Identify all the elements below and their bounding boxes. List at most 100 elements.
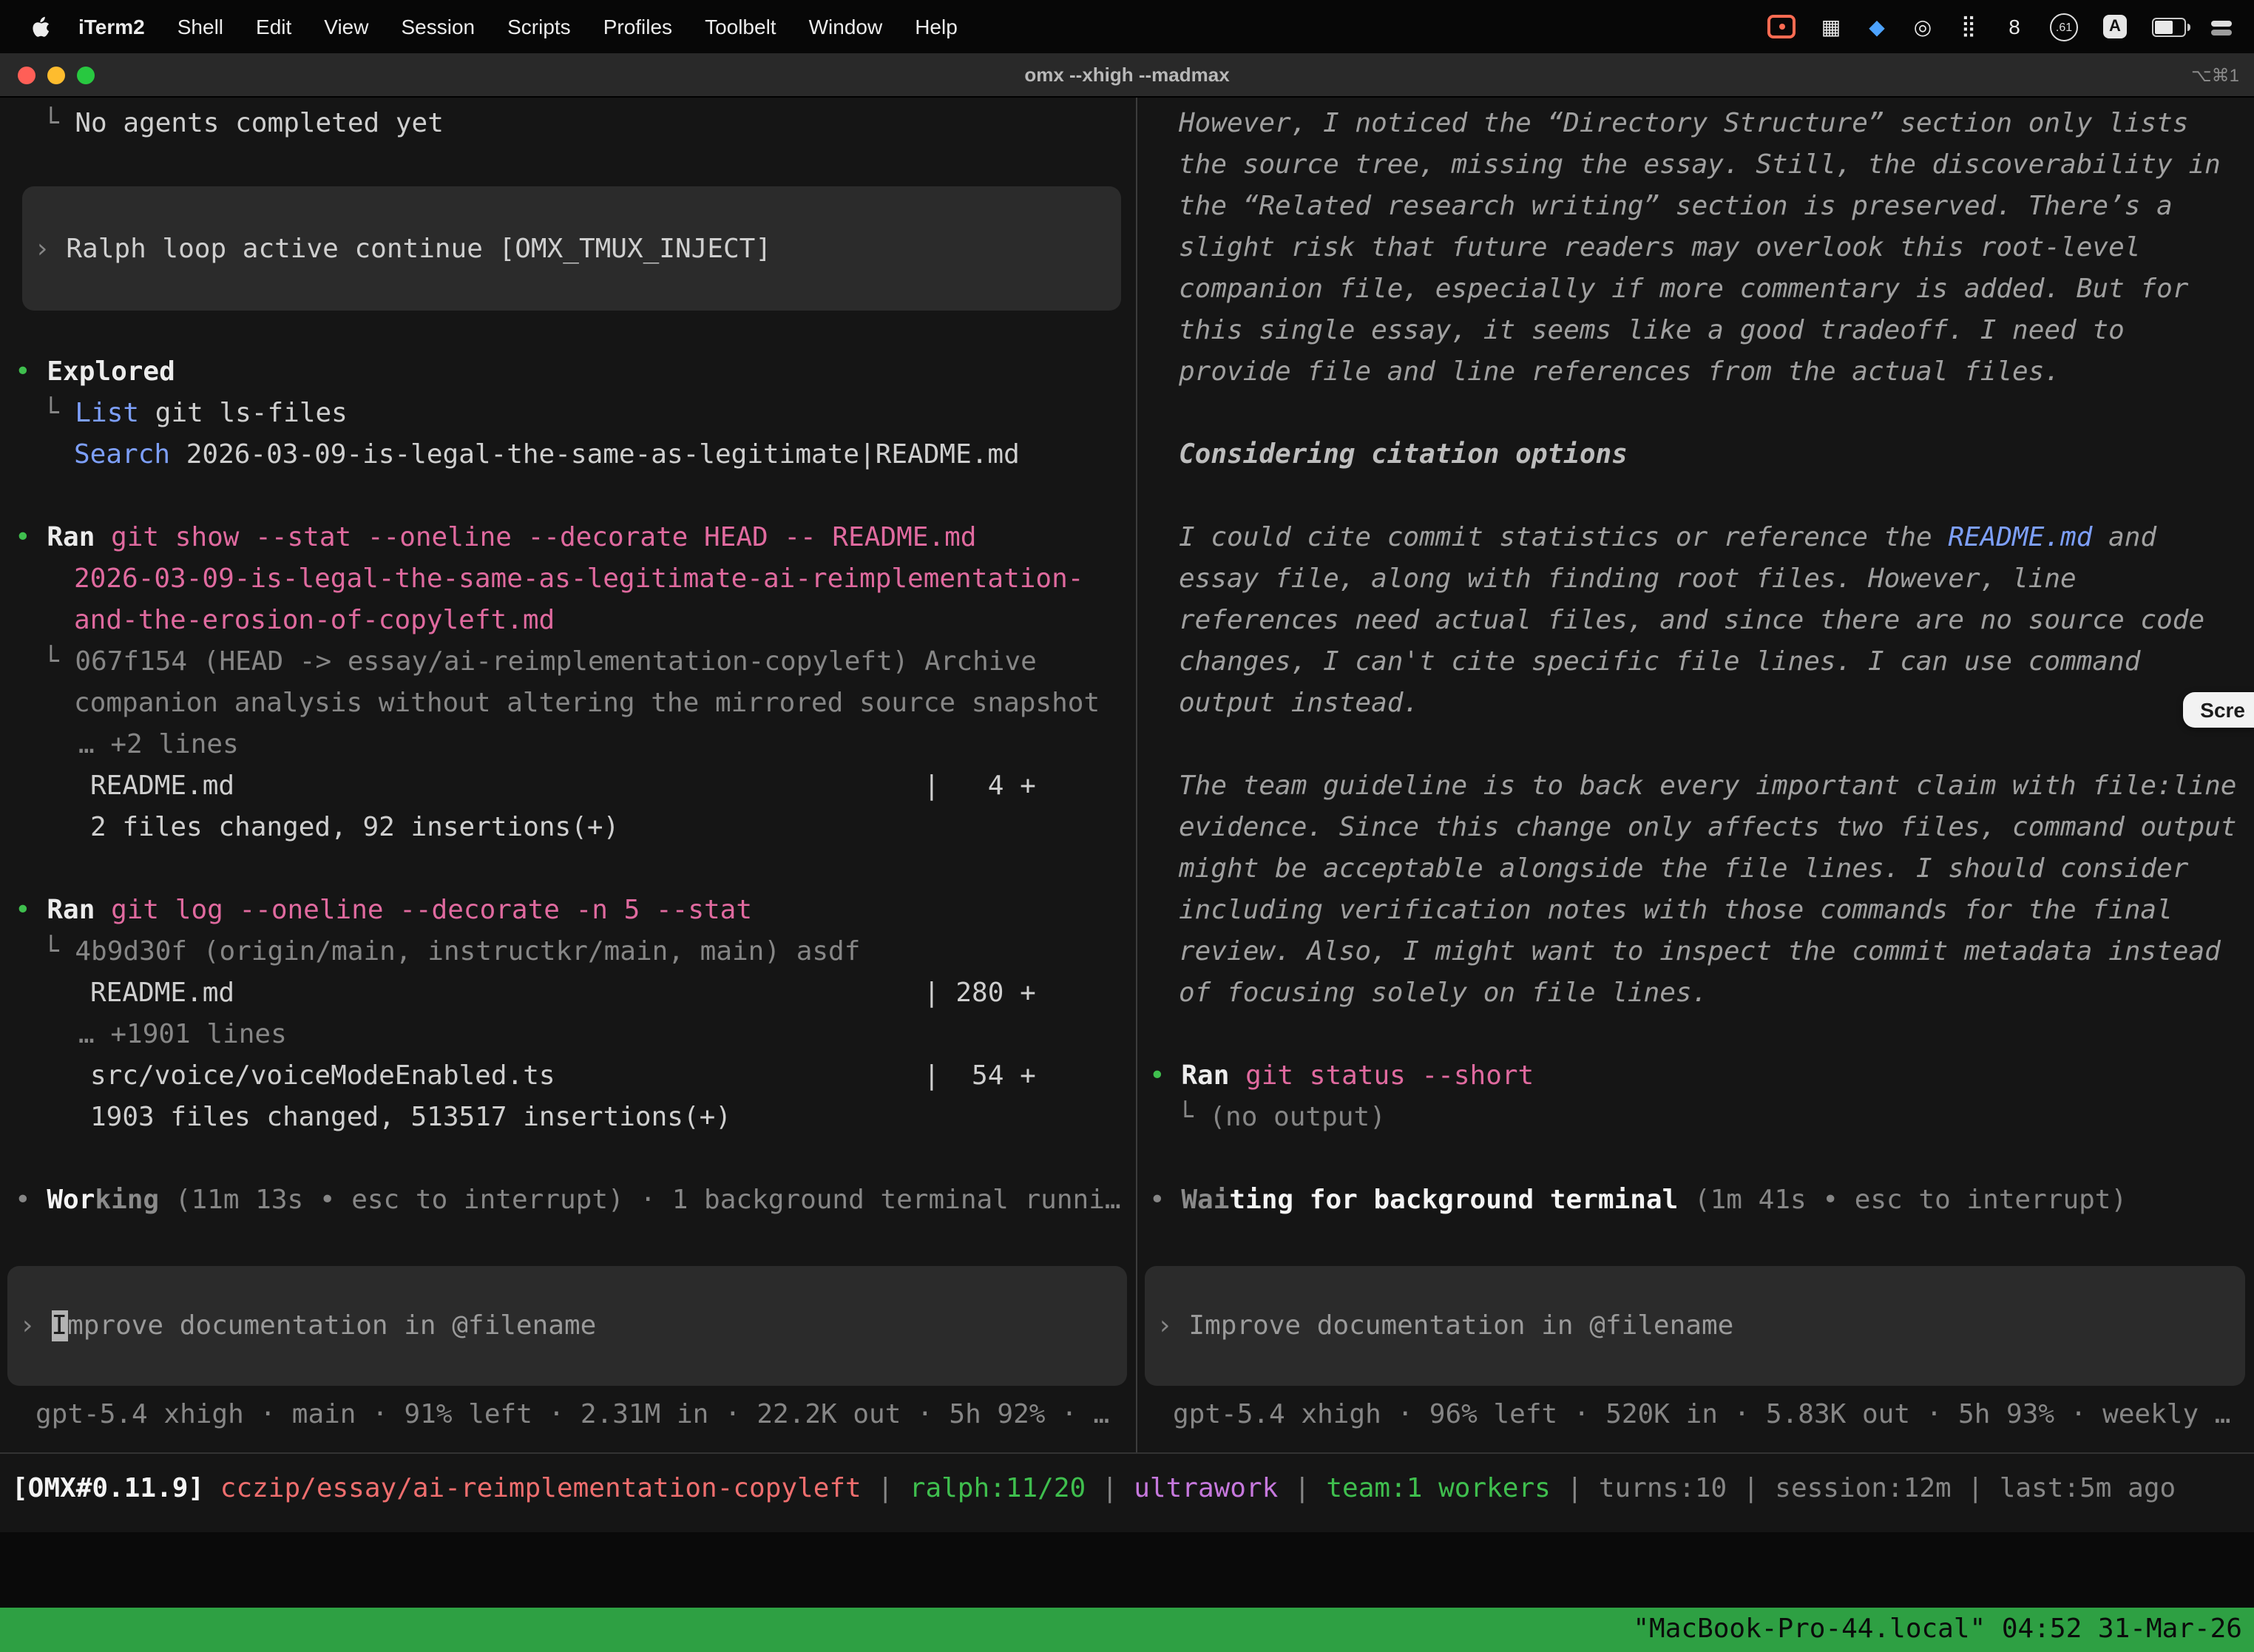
text-segment: (no output) <box>1209 1102 1385 1133</box>
circle-app-icon[interactable]: ◎ <box>1912 13 1933 40</box>
omx-status-segment: | <box>1278 1473 1326 1504</box>
text-segment: including verification notes with those … <box>1179 895 2173 926</box>
apple-menu-icon[interactable] <box>30 14 50 39</box>
text-segment: ting for background terminal <box>1229 1185 1678 1216</box>
bottom-gap <box>0 1532 2254 1608</box>
text-segment: output instead. <box>1179 688 1419 719</box>
menu-item-session[interactable]: Session <box>385 15 491 38</box>
screen-recording-indicator[interactable] <box>1767 15 1796 38</box>
terminal-line: … +1901 lines <box>15 1015 1130 1056</box>
prompt-input[interactable]: › Improve documentation in @filename <box>7 1266 1127 1386</box>
right-pane[interactable]: However, I noticed the “Directory Struct… <box>1137 98 2254 1452</box>
terminal-line: I could cite commit statistics or refere… <box>1149 518 2251 559</box>
dots-grid-icon[interactable]: ⣿ <box>1958 13 1979 40</box>
tmux-status-bar: [omx-cczip0:bash* "MacBook-Pro-44.local"… <box>0 1608 2254 1652</box>
omx-status-segment: | <box>1551 1473 1599 1504</box>
text-segment: and-the-erosion-of-copyleft.md <box>74 605 555 636</box>
input-text: Improve documentation in @filename <box>1188 1310 1733 1341</box>
terminal-line: └ (no output) <box>1149 1097 2251 1139</box>
text-segment: and <box>2092 522 2156 553</box>
text-cursor: I <box>51 1310 67 1341</box>
text-segment: However, I noticed the “Directory Struct… <box>1179 108 2188 139</box>
text-segment: README.md | 4 + <box>90 771 1036 802</box>
text-segment: 4b9d30f (origin/main, instructkr/main, m… <box>75 936 860 967</box>
omx-status-segment: ultrawork <box>1134 1473 1278 1504</box>
menu-item-iterm2[interactable]: iTerm2 <box>62 15 161 38</box>
terminal-line: • Waiting for background terminal (1m 41… <box>1149 1180 2251 1222</box>
terminal-line: slight risk that future readers may over… <box>1149 228 2251 269</box>
terminal-line: companion analysis without altering the … <box>15 683 1130 725</box>
text-segment: of focusing solely on file lines. <box>1179 978 1708 1009</box>
omx-status-segment: | <box>862 1473 910 1504</box>
terminal-line: • Ran git status --short <box>1149 1056 2251 1097</box>
terminal-line <box>1149 1139 2251 1180</box>
terminal-line: output instead. <box>1149 683 2251 725</box>
menu-item-shell[interactable]: Shell <box>161 15 240 38</box>
omx-status-segment: [OMX#0.11.9] <box>12 1473 204 1504</box>
input-text: mprove documentation in @filename <box>67 1310 596 1341</box>
menu-bar: iTerm2ShellEditViewSessionScriptsProfile… <box>0 0 2254 53</box>
terminal-line: 1903 files changed, 513517 insertions(+) <box>15 1097 1130 1139</box>
session-status: gpt-5.4 xhigh · main · 91% left · 2.31M … <box>0 1386 1136 1452</box>
menu-item-view[interactable]: View <box>308 15 385 38</box>
text-segment: (1m 41s • esc to interrupt) <box>1678 1185 2127 1216</box>
terminal-line: 2 files changed, 92 insertions(+) <box>15 808 1130 849</box>
battery-percent-icon[interactable]: .61 <box>2050 13 2078 41</box>
text-segment: essay file, along with finding root file… <box>1179 563 2077 595</box>
screen-notification[interactable]: Scre <box>2182 692 2254 728</box>
menu-item-scripts[interactable]: Scripts <box>491 15 587 38</box>
text-segment: companion file, especially if more comme… <box>1179 274 2188 305</box>
terminal-line: the source tree, missing the essay. Stil… <box>1149 145 2251 186</box>
menu-item-window[interactable]: Window <box>793 15 899 38</box>
tmux-host-clock: "MacBook-Pro-44.local" 04:52 31-Mar-26 <box>1633 1608 2242 1652</box>
ralph-loop-text: Ralph loop active continue [OMX_TMUX_INJ… <box>66 233 771 264</box>
input-source-icon[interactable]: A <box>2103 15 2127 38</box>
left-pane[interactable]: └ No agents completed yet › Ralph loop a… <box>0 98 1137 1452</box>
text-segment: No agents completed yet <box>75 108 444 139</box>
text-segment: git log --oneline --decorate -n 5 --stat <box>95 895 752 926</box>
menu-item-help[interactable]: Help <box>898 15 974 38</box>
prompt-input[interactable]: › Improve documentation in @filename <box>1145 1266 2245 1386</box>
text-segment: • <box>1149 1060 1181 1091</box>
menu-item-profiles[interactable]: Profiles <box>587 15 688 38</box>
text-segment: 2 files changed, 92 insertions(+) <box>90 812 619 843</box>
terminal-line: … +2 lines <box>15 725 1130 766</box>
terminal-line: review. Also, I might want to inspect th… <box>1149 932 2251 973</box>
terminal-line: Search 2026-03-09-is-legal-the-same-as-l… <box>15 435 1130 476</box>
app-icon-8[interactable]: 8 <box>2004 13 2025 40</box>
omx-status-segment: ralph:11/20 <box>910 1473 1086 1504</box>
blue-app-icon[interactable]: ◆ <box>1867 13 1887 40</box>
terminal-line: • Working (11m 13s • esc to interrupt) ·… <box>15 1180 1130 1222</box>
omx-status-segment: cczip/essay/ai-reimplementation-copyleft <box>220 1473 862 1504</box>
text-segment: provide file and line references from th… <box>1179 356 2060 387</box>
text-segment: 1903 files changed, 513517 insertions(+) <box>90 1102 731 1133</box>
text-segment: README.md <box>1948 522 2092 553</box>
text-segment: The team guideline is to back every impo… <box>1179 771 2237 802</box>
terminal-line: 2026-03-09-is-legal-the-same-as-legitima… <box>15 559 1130 600</box>
battery-icon[interactable] <box>2152 17 2186 36</box>
text-segment: Considering citation options <box>1179 439 1628 470</box>
terminal-line: • Ran git log --oneline --decorate -n 5 … <box>15 890 1130 932</box>
terminal-line: └ 067f154 (HEAD -> essay/ai-reimplementa… <box>15 642 1130 683</box>
terminal-line: src/voice/voiceModeEnabled.ts | 54 + <box>15 1056 1130 1097</box>
window-title: omx --xhigh --madmax <box>0 64 2254 86</box>
terminal-line: └ List git ls-files <box>15 393 1130 435</box>
control-center-icon[interactable] <box>2211 18 2233 35</box>
window-title-bar[interactable]: omx --xhigh --madmax ⌥⌘1 <box>0 53 2254 98</box>
text-segment: 2026-03-09-is-legal-the-same-as-legitima… <box>170 439 1020 470</box>
terminal-line: companion file, especially if more comme… <box>1149 269 2251 311</box>
text-segment: └ <box>43 108 75 139</box>
grid-app-icon[interactable]: ▦ <box>1821 13 1841 40</box>
text-segment: references need actual files, and since … <box>1179 605 2204 636</box>
terminal-line <box>15 1139 1130 1180</box>
menu-item-edit[interactable]: Edit <box>240 15 308 38</box>
menu-item-toolbelt[interactable]: Toolbelt <box>688 15 793 38</box>
text-segment: the source tree, missing the essay. Stil… <box>1179 149 2221 180</box>
text-segment: └ <box>43 646 75 677</box>
text-segment: git status --short <box>1229 1060 1534 1091</box>
terminal-line: • Ran git show --stat --oneline --decora… <box>15 518 1130 559</box>
text-segment: the “Related research writing” section i… <box>1179 191 2173 222</box>
terminal-line: and-the-erosion-of-copyleft.md <box>15 600 1130 642</box>
terminal-line <box>1149 476 2251 518</box>
text-segment: slight risk that future readers may over… <box>1179 232 2140 263</box>
